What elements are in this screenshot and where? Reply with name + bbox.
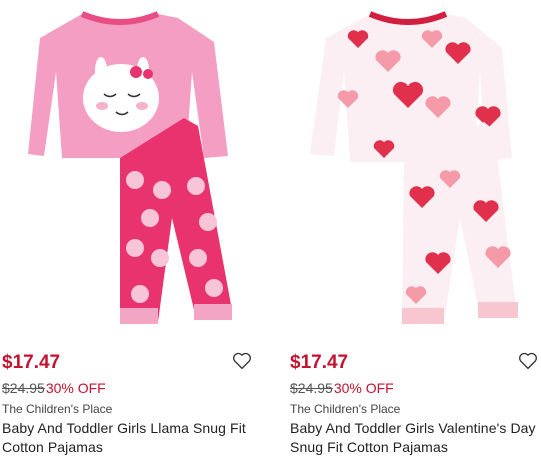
product-name-line2: Snug Fit Cotton Pajamas [290, 439, 448, 455]
product-card[interactable]: $17.47 $24.9530% OFF The Children's Plac… [0, 0, 258, 466]
price-line: $24.9530% OFF [290, 380, 394, 396]
price-line: $24.9530% OFF [2, 380, 106, 396]
discount-badge: 30% OFF [45, 380, 106, 396]
original-price: $24.95 [290, 380, 333, 396]
product-image-llama-pajamas[interactable] [0, 8, 258, 334]
brand-name: The Children's Place [2, 402, 113, 416]
product-name-line1: Baby And Toddler Girls Valentine's Day [290, 420, 536, 436]
sale-price: $17.47 [290, 352, 349, 373]
hearts-pajamas-image [310, 11, 518, 324]
product-name-line1: Baby And Toddler Girls Llama Snug Fit [2, 420, 246, 436]
product-name-link[interactable]: Baby And Toddler Girls Llama Snug Fit Co… [2, 419, 260, 457]
original-price: $24.95 [2, 380, 45, 396]
sale-price: $17.47 [2, 352, 61, 373]
brand-name: The Children's Place [290, 402, 401, 416]
product-name-line2: Cotton Pajamas [2, 439, 104, 455]
heart-outline-icon[interactable] [518, 352, 538, 370]
product-card[interactable]: $17.47 $24.9530% OFF The Children's Plac… [288, 0, 541, 466]
llama-pajamas-image [28, 11, 232, 324]
product-name-link[interactable]: Baby And Toddler Girls Valentine's Day S… [290, 419, 541, 457]
discount-badge: 30% OFF [333, 380, 394, 396]
heart-outline-icon[interactable] [232, 352, 252, 370]
product-image-hearts-pajamas[interactable] [288, 8, 541, 334]
